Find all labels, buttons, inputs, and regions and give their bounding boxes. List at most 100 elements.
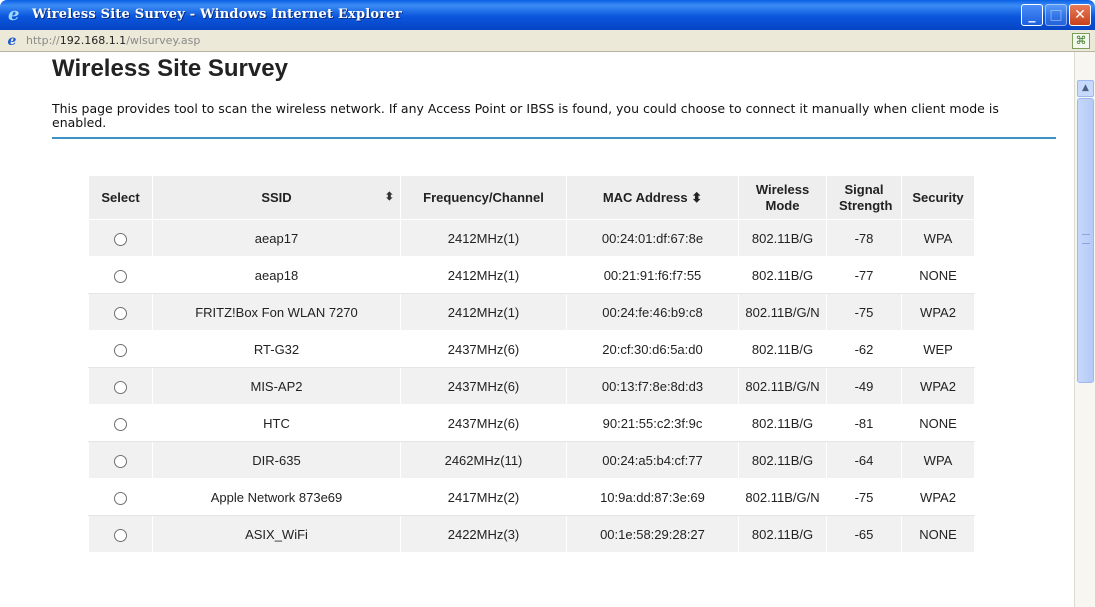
- compatibility-view-icon[interactable]: ⌘: [1072, 33, 1090, 49]
- cell-signal: -64: [826, 441, 902, 479]
- cell-signal: -75: [826, 478, 902, 516]
- column-header-mac[interactable]: MAC Address ⬍: [566, 175, 739, 220]
- maximize-button[interactable]: □: [1045, 4, 1067, 26]
- cell-frequency: 2412MHz(1): [400, 293, 567, 331]
- cell-signal: -77: [826, 256, 902, 294]
- column-header-security[interactable]: Security: [901, 175, 975, 220]
- table-row[interactable]: aeap18 2412MHz(1) 00:21:91:f6:f7:55 802.11B…: [88, 256, 975, 294]
- header-label: MAC Address: [602, 189, 688, 205]
- sort-arrows-icon: ⬍: [691, 189, 703, 205]
- select-radio[interactable]: [114, 491, 127, 505]
- url-host: 192.168.1.1: [59, 34, 127, 47]
- cell-mode: 802.11B/G: [738, 219, 827, 257]
- cell-security: NONE: [901, 515, 975, 553]
- cell-ssid: ASIX_WiFi: [152, 515, 401, 553]
- cell-signal: -75: [826, 293, 902, 331]
- header-label: Frequency/Channel: [423, 190, 544, 205]
- cell-security: WPA2: [901, 293, 975, 331]
- scroll-thumb[interactable]: [1077, 98, 1094, 383]
- table-row[interactable]: DIR-635 2462MHz(11) 00:24:a5:b4:cf:77 802.1…: [88, 441, 975, 479]
- select-radio[interactable]: [114, 269, 127, 283]
- select-cell: [88, 330, 153, 368]
- cell-signal: -81: [826, 404, 902, 442]
- column-header-ssid[interactable]: SSID ⬍: [152, 175, 401, 220]
- cell-mac: 00:13:f7:8e:8d:d3: [566, 367, 739, 405]
- minimize-icon: _: [1028, 7, 1036, 23]
- cell-frequency: 2412MHz(1): [400, 219, 567, 257]
- select-cell: [88, 441, 153, 479]
- cell-ssid: MIS-AP2: [152, 367, 401, 405]
- cell-ssid: DIR-635: [152, 441, 401, 479]
- cell-mode: 802.11B/G/N: [738, 293, 827, 331]
- address-bar[interactable]: e http://192.168.1.1/wlsurvey.asp ⌘: [0, 30, 1095, 52]
- cell-ssid: aeap18: [152, 256, 401, 294]
- cell-mode: 802.11B/G: [738, 404, 827, 442]
- cell-mode: 802.11B/G/N: [738, 367, 827, 405]
- ie-logo-icon: e: [8, 4, 20, 25]
- cell-mac: 00:1e:58:29:28:27: [566, 515, 739, 553]
- cell-mode: 802.11B/G/N: [738, 478, 827, 516]
- cell-mac: 00:24:fe:46:b9:c8: [566, 293, 739, 331]
- cell-signal: -49: [826, 367, 902, 405]
- cell-ssid: HTC: [152, 404, 401, 442]
- cell-signal: -78: [826, 219, 902, 257]
- header-label: SSID: [261, 190, 292, 205]
- select-cell: [88, 256, 153, 294]
- ie-page-icon: e: [7, 33, 17, 49]
- chevron-up-icon: ▲: [1082, 83, 1089, 93]
- select-radio[interactable]: [114, 454, 127, 468]
- table-row[interactable]: aeap17 2412MHz(1) 00:24:01:df:67:8e 802.11B…: [88, 219, 975, 257]
- table-row[interactable]: FRITZ!Box Fon WLAN 7270 2412MHz(1) 00:24:f…: [88, 293, 975, 331]
- select-radio[interactable]: [114, 417, 127, 431]
- select-radio[interactable]: [114, 528, 127, 542]
- cell-security: WPA2: [901, 478, 975, 516]
- cell-mode: 802.11B/G: [738, 441, 827, 479]
- table-row[interactable]: RT-G32 2437MHz(6) 20:cf:30:d6:5a:d0 802.11B…: [88, 330, 975, 368]
- select-cell: [88, 367, 153, 405]
- header-label: Wireless Mode: [755, 181, 810, 213]
- select-cell: [88, 404, 153, 442]
- table-row[interactable]: ASIX_WiFi 2422MHz(3) 00:1e:58:29:28:27 802.…: [88, 515, 975, 553]
- vertical-scrollbar[interactable]: ▲: [1074, 52, 1095, 607]
- cell-ssid: RT-G32: [152, 330, 401, 368]
- page-title: Wireless Site Survey: [52, 55, 288, 82]
- cell-security: WEP: [901, 330, 975, 368]
- select-radio[interactable]: [114, 380, 127, 394]
- cell-mac: 00:24:01:df:67:8e: [566, 219, 739, 257]
- cell-frequency: 2412MHz(1): [400, 256, 567, 294]
- select-radio[interactable]: [114, 232, 127, 246]
- table-row[interactable]: Apple Network 873e69 2417MHz(2) 10:9a:dd:8…: [88, 478, 975, 516]
- select-radio[interactable]: [114, 306, 127, 320]
- column-header-signal[interactable]: Signal Strength: [826, 175, 902, 220]
- cell-security: NONE: [901, 256, 975, 294]
- table-header-row: Select SSID ⬍ Frequency/Channel MAC Addre…: [88, 175, 975, 220]
- window-title: Wireless Site Survey - Windows Internet …: [32, 7, 402, 22]
- cell-security: WPA: [901, 441, 975, 479]
- cell-ssid: aeap17: [152, 219, 401, 257]
- cell-mac: 90:21:55:c2:3f:9c: [566, 404, 739, 442]
- address-url[interactable]: http://192.168.1.1/wlsurvey.asp: [26, 34, 200, 48]
- table-row[interactable]: MIS-AP2 2437MHz(6) 00:13:f7:8e:8d:d3 802.11…: [88, 367, 975, 405]
- cell-signal: -65: [826, 515, 902, 553]
- minimize-button[interactable]: _: [1021, 4, 1043, 26]
- scroll-up-button[interactable]: ▲: [1077, 80, 1094, 97]
- section-divider: [52, 137, 1056, 139]
- select-cell: [88, 478, 153, 516]
- cell-ssid: Apple Network 873e69: [152, 478, 401, 516]
- header-label: Security: [912, 190, 964, 205]
- column-header-frequency[interactable]: Frequency/Channel: [400, 175, 567, 220]
- maximize-icon: □: [1049, 7, 1063, 23]
- cell-mac: 00:24:a5:b4:cf:77: [566, 441, 739, 479]
- table-row[interactable]: HTC 2437MHz(6) 90:21:55:c2:3f:9c 802.11B/G -…: [88, 404, 975, 442]
- cell-security: WPA2: [901, 367, 975, 405]
- table-body: aeap17 2412MHz(1) 00:24:01:df:67:8e 802.11B…: [88, 219, 975, 553]
- page-description: This page provides tool to scan the wire…: [52, 101, 999, 130]
- cell-security: NONE: [901, 404, 975, 442]
- close-button[interactable]: ✕: [1069, 4, 1091, 26]
- select-radio[interactable]: [114, 343, 127, 357]
- window-titlebar[interactable]: e Wireless Site Survey - Windows Interne…: [0, 0, 1095, 30]
- column-header-wireless-mode[interactable]: Wireless Mode: [738, 175, 827, 220]
- cell-mac: 00:21:91:f6:f7:55: [566, 256, 739, 294]
- cell-mode: 802.11B/G: [738, 515, 827, 553]
- cell-frequency: 2422MHz(3): [400, 515, 567, 553]
